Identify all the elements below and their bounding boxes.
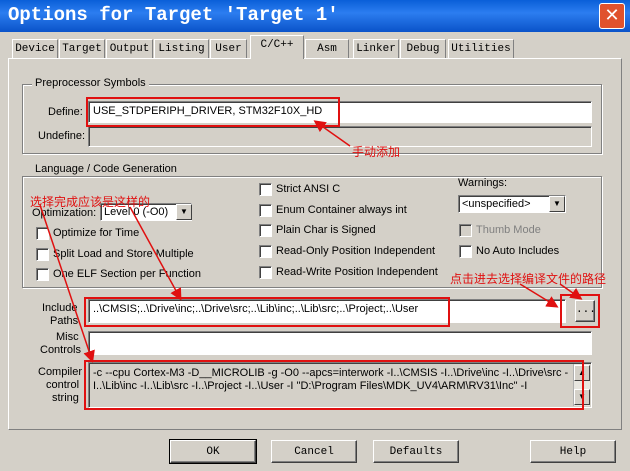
arrow-to-include — [129, 206, 182, 301]
arrow-to-paths-end — [519, 283, 559, 308]
annotation-arrows — [39, 120, 583, 363]
arrow-to-compiler — [39, 204, 95, 363]
arrow-to-define — [313, 120, 351, 147]
tab-cc[interactable]: C/C++ — [250, 35, 304, 59]
arrow-to-browse — [559, 283, 583, 300]
